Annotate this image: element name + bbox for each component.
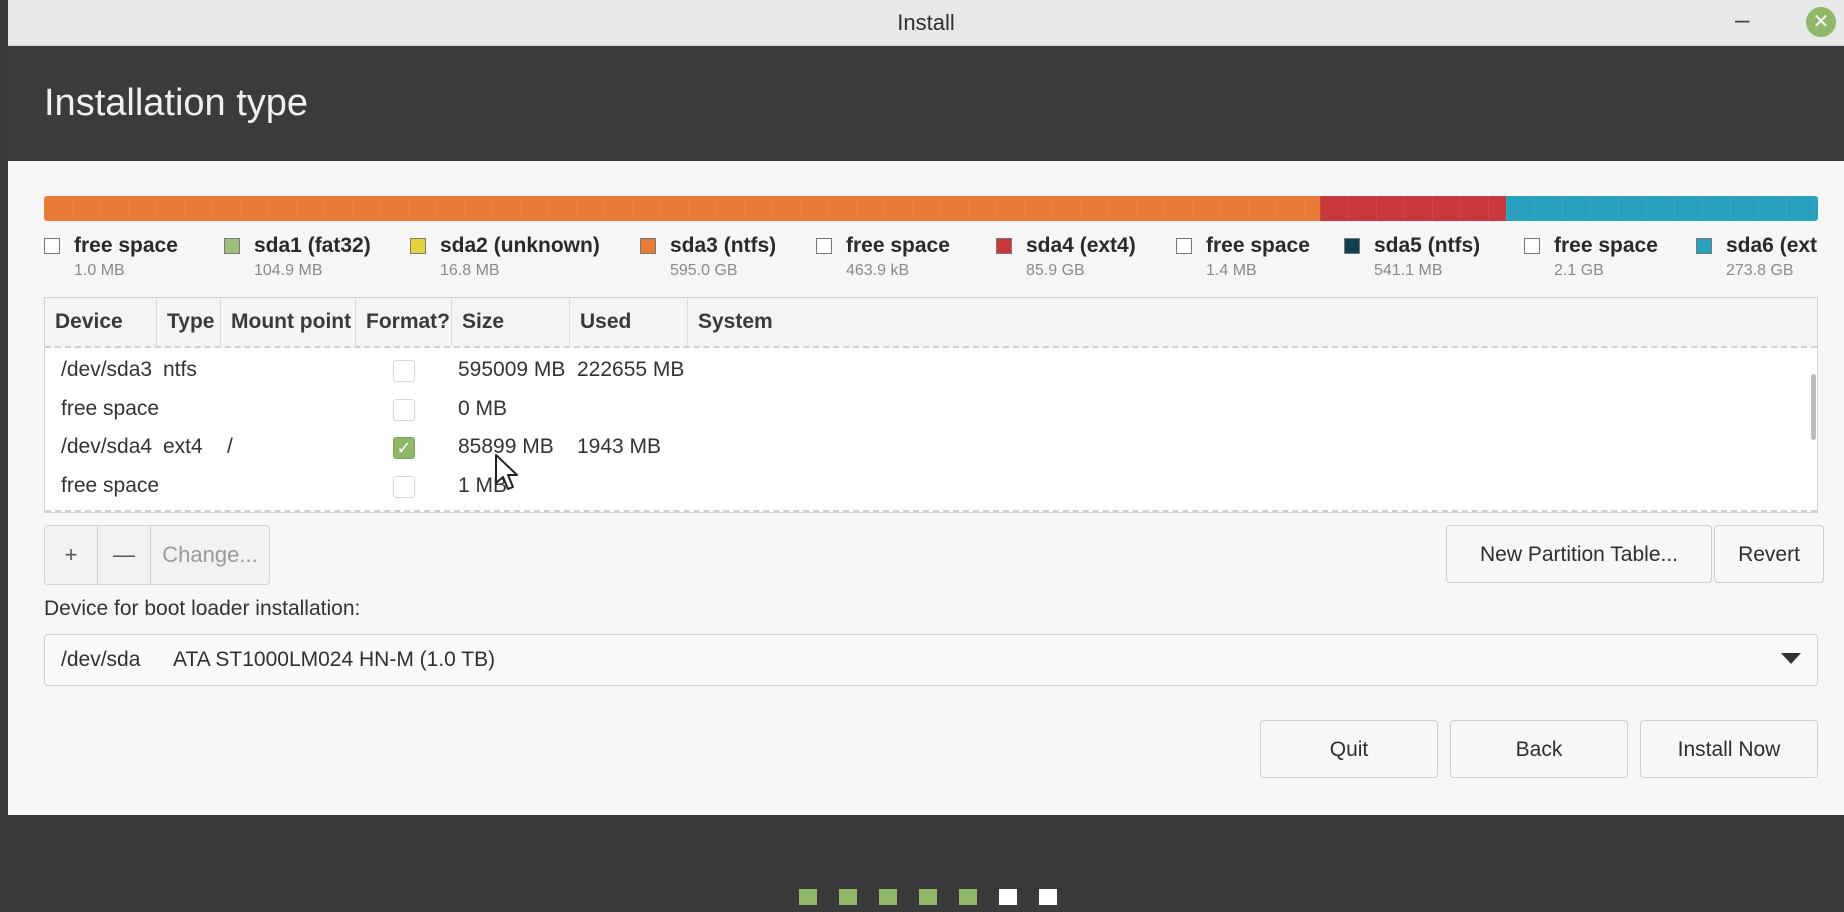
legend-swatch (1176, 238, 1192, 254)
legend-name: free space (846, 234, 950, 257)
boot-device: /dev/sda (61, 648, 141, 671)
column-size[interactable]: Size (452, 298, 570, 346)
cell-device: /dev/sda4 (61, 435, 153, 458)
progress-step-dot (999, 889, 1017, 905)
progress-step-dot (879, 889, 897, 905)
progress-steps (799, 889, 1057, 905)
partition-bar-segment (44, 196, 1320, 221)
legend-name: sda1 (fat32) (254, 234, 371, 257)
legend-name: sda6 (ext (1726, 234, 1818, 257)
dropdown-arrow-icon (1781, 653, 1801, 664)
legend-swatch (1696, 238, 1712, 254)
progress-step-dot (799, 889, 817, 905)
table-row[interactable]: /dev/sda3 ntfs 595009 MB 222655 MB (45, 352, 1817, 390)
table-scrollbar[interactable] (1811, 374, 1816, 440)
table-divider (45, 510, 1817, 512)
revert-button[interactable]: Revert (1714, 525, 1824, 583)
column-mount-point[interactable]: Mount point (221, 298, 356, 346)
legend-swatch (1344, 238, 1360, 254)
legend-swatch (816, 238, 832, 254)
boot-device-description: ATA ST1000LM024 HN-M (1.0 TB) (173, 648, 496, 671)
legend-name: free space (1206, 234, 1310, 257)
progress-step-dot (1039, 889, 1057, 905)
window-title: Install (897, 10, 955, 35)
progress-step-dot (919, 889, 937, 905)
partition-table: Device Type Mount point Format? Size Use… (44, 297, 1818, 513)
legend-swatch (640, 238, 656, 254)
cell-device: free space (61, 473, 160, 497)
legend-size: 1.0 MB (74, 262, 125, 279)
quit-button[interactable]: Quit (1260, 720, 1438, 778)
legend-size: 273.8 GB (1726, 262, 1794, 279)
mouse-cursor-icon (495, 454, 518, 490)
legend-swatch (1524, 238, 1540, 254)
cell-used: 222655 MB (577, 358, 685, 381)
boot-loader-select[interactable]: /dev/sda ATA ST1000LM024 HN-M (1.0 TB) (44, 634, 1818, 686)
table-row[interactable]: free space 1 MB (45, 468, 1817, 506)
partition-bar-segment (1320, 196, 1506, 221)
remove-partition-button[interactable]: — (98, 526, 151, 584)
legend-size: 104.9 MB (254, 262, 323, 279)
partition-bar (44, 196, 1818, 221)
partition-toolbar: + — Change... (44, 525, 270, 585)
partition-legend: free space 1.0 MB sda1 (fat32) 104.9 MB sda2… (44, 234, 1818, 284)
cell-type: ext4 (163, 435, 203, 458)
legend-swatch (996, 238, 1012, 254)
new-partition-table-button[interactable]: New Partition Table... (1446, 525, 1712, 583)
add-partition-button[interactable]: + (45, 526, 98, 584)
cell-device: free space (61, 396, 160, 420)
legend-name: sda5 (ntfs) (1374, 234, 1481, 257)
legend-swatch (224, 238, 240, 254)
table-row[interactable]: free space 0 MB (45, 391, 1817, 429)
change-partition-button[interactable]: Change... (151, 526, 269, 584)
format-checkbox[interactable] (393, 475, 415, 498)
legend-size: 463.9 kB (846, 262, 910, 279)
legend-name: sda3 (ntfs) (670, 234, 777, 257)
legend-size: 595.0 GB (670, 262, 738, 279)
legend-size: 16.8 MB (440, 262, 500, 279)
cell-used: 1943 MB (577, 435, 662, 458)
table-body: /dev/sda3 ntfs 595009 MB 222655 MB free spac… (45, 350, 1817, 510)
legend-size: 2.1 GB (1554, 262, 1604, 279)
column-type[interactable]: Type (157, 298, 221, 346)
column-device[interactable]: Device (45, 298, 157, 346)
progress-step-dot (959, 889, 977, 905)
format-checkbox[interactable]: ✓ (393, 437, 415, 459)
cell-size: 0 MB (458, 396, 508, 420)
installer-window: Install – ✕ Installation type free space… (8, 0, 1844, 815)
partition-bar-segment (1506, 196, 1818, 221)
back-button[interactable]: Back (1450, 720, 1628, 778)
legend-size: 541.1 MB (1374, 262, 1443, 279)
page-title: Installation type (44, 82, 309, 124)
cell-device: /dev/sda3 (61, 358, 153, 381)
legend-size: 1.4 MB (1206, 262, 1257, 279)
legend-swatch (410, 238, 426, 254)
legend-size: 85.9 GB (1026, 262, 1085, 279)
page-header: Installation type (8, 46, 1844, 161)
column-system[interactable]: System (688, 298, 1817, 346)
table-header: Device Type Mount point Format? Size Use… (45, 298, 1817, 348)
close-icon[interactable]: ✕ (1806, 7, 1836, 37)
cell-mount-point: / (227, 435, 233, 458)
legend-name: sda2 (unknown) (440, 234, 600, 257)
format-checkbox[interactable] (393, 360, 415, 382)
cell-type: ntfs (163, 358, 197, 381)
legend-name: free space (1554, 234, 1658, 257)
install-now-button[interactable]: Install Now (1640, 720, 1818, 778)
legend-name: free space (74, 234, 178, 257)
column-format[interactable]: Format? (356, 298, 452, 346)
legend-swatch (44, 238, 60, 254)
progress-step-dot (839, 889, 857, 905)
minimize-icon[interactable]: – (1735, 4, 1749, 35)
cell-size: 595009 MB (458, 358, 566, 381)
column-used[interactable]: Used (570, 298, 688, 346)
titlebar: Install – ✕ (8, 0, 1844, 46)
format-checkbox[interactable] (393, 398, 415, 421)
boot-loader-label: Device for boot loader installation: (44, 597, 361, 620)
legend-name: sda4 (ext4) (1026, 234, 1136, 257)
table-row[interactable]: /dev/sda4 ext4/85899 MB 1943 MB ✓ (45, 429, 1817, 467)
